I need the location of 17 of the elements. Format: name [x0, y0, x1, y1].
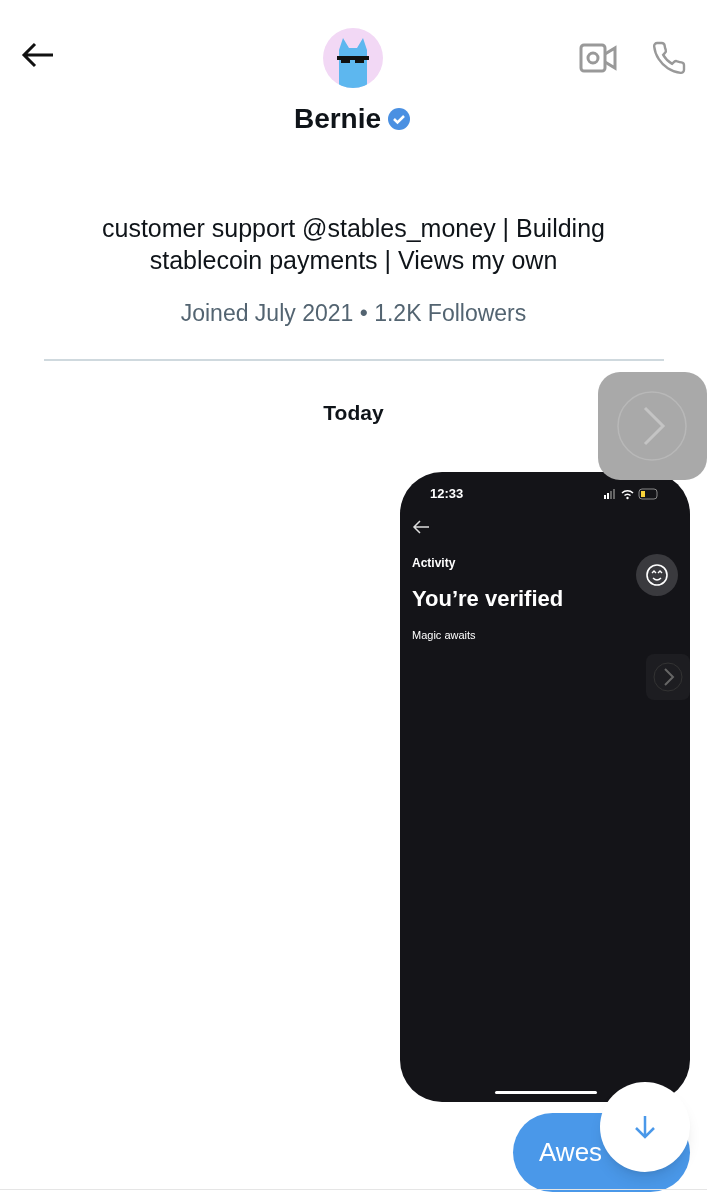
day-label: Today — [323, 399, 384, 426]
message-text: Awes — [539, 1136, 603, 1169]
profile-bio: customer support @stables_money | Building stablecoin payments | Views my own — [101, 213, 606, 276]
phone-call-button[interactable] — [651, 40, 687, 76]
verified-title: You’re verified — [412, 584, 565, 613]
section-label: Activity — [412, 554, 457, 572]
shared-screenshot[interactable]: 12:33 Activity You’re verified Magic awaits — [400, 472, 690, 1102]
back-button[interactable] — [20, 40, 56, 70]
status-icons — [604, 487, 660, 500]
smiley-icon — [636, 554, 678, 596]
down-arrow-icon — [634, 1114, 656, 1140]
verified-subtitle: Magic awaits — [412, 627, 477, 643]
next-button-overlay[interactable] — [598, 372, 707, 480]
back-arrow-icon — [412, 519, 430, 534]
profile-meta: Joined July 2021 • 1.2K Followers — [180, 299, 527, 328]
status-time: 12:33 — [430, 485, 464, 503]
contact-name: Bernie — [293, 102, 382, 136]
